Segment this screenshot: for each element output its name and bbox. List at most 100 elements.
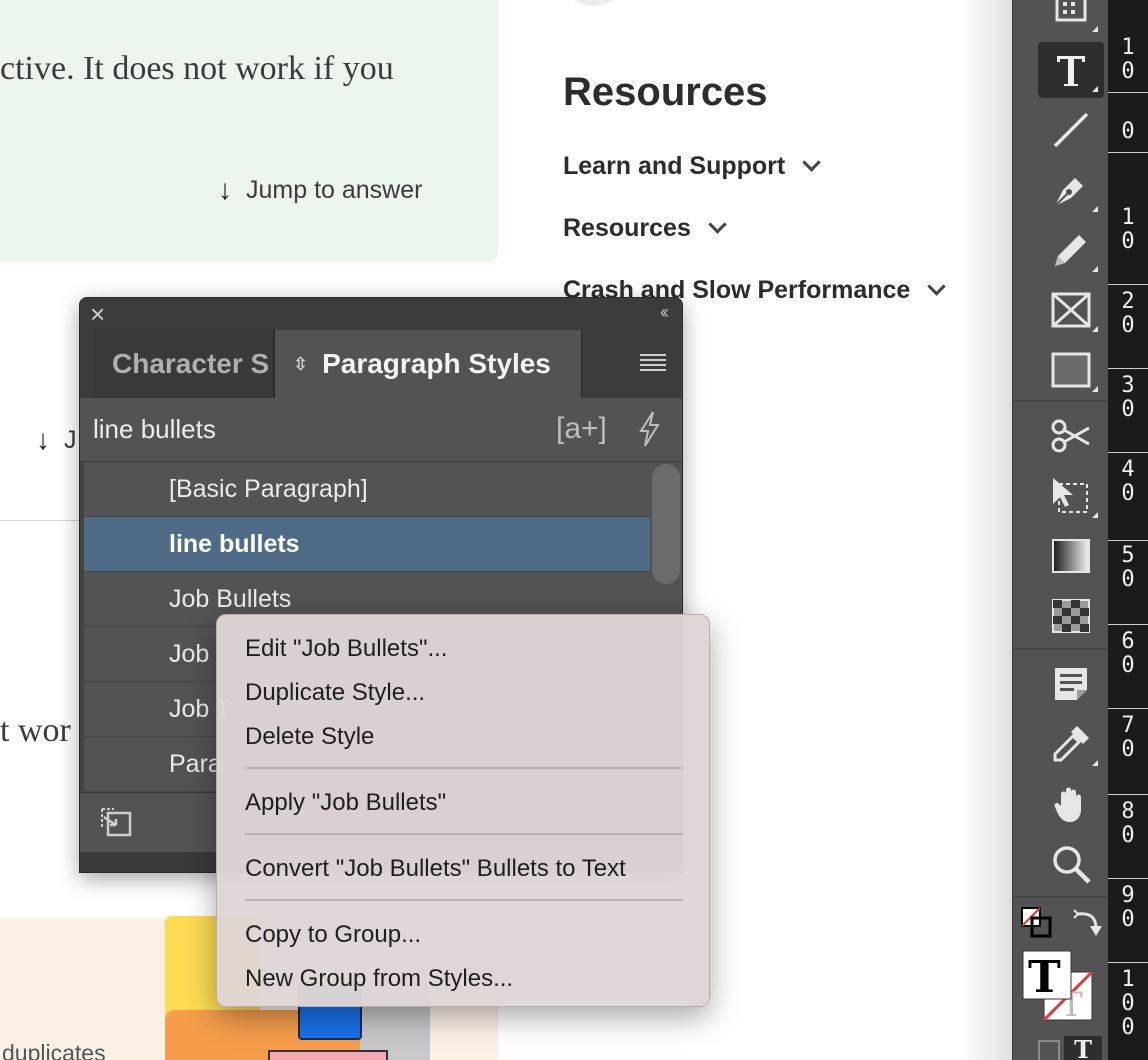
default-fill-stroke-icon[interactable] bbox=[1070, 908, 1104, 942]
menu-item-convert-bullets[interactable]: Convert "Job Bullets" Bullets to Text bbox=[245, 855, 626, 883]
zoom-tool-icon[interactable] bbox=[1038, 836, 1104, 892]
style-label: [Basic Paragraph] bbox=[169, 474, 368, 503]
menu-separator bbox=[245, 899, 683, 901]
collapse-panel-icon[interactable]: ‹‹ bbox=[660, 302, 669, 323]
style-item-line-bullets[interactable]: line bullets bbox=[84, 517, 650, 572]
gradient-feather-tool-icon[interactable] bbox=[1038, 588, 1104, 644]
ruler-value: 70 bbox=[1121, 713, 1135, 762]
ruler-label: 80 bbox=[1108, 800, 1148, 848]
text-formatting-icon[interactable]: T bbox=[1064, 1036, 1102, 1060]
ruler-label: 10 bbox=[1108, 36, 1148, 84]
type-tool-icon[interactable] bbox=[1038, 42, 1104, 98]
tab-label: Character S bbox=[112, 348, 270, 379]
pencil-tool-icon[interactable] bbox=[1038, 222, 1104, 278]
menu-item-edit-style[interactable]: Edit "Job Bullets"... bbox=[245, 635, 447, 663]
formatting-affects-text-icon[interactable]: TT bbox=[1022, 950, 1094, 1025]
hand-tool-icon[interactable] bbox=[1038, 776, 1104, 832]
resource-item-learn-support[interactable]: Learn and Support bbox=[563, 152, 821, 181]
frame-grid-icon[interactable] bbox=[1038, 0, 1104, 38]
gradient-swatch-tool-icon[interactable] bbox=[1038, 528, 1104, 584]
scissors-tool-icon[interactable] bbox=[1038, 408, 1104, 464]
toolbar-divider bbox=[1012, 896, 1108, 898]
resource-item-label: Learn and Support bbox=[563, 152, 786, 180]
menu-item-apply-style[interactable]: Apply "Job Bullets" bbox=[245, 789, 446, 817]
menu-item-copy-to-group[interactable]: Copy to Group... bbox=[245, 921, 421, 949]
scrollbar-thumb[interactable] bbox=[652, 464, 680, 584]
ruler-major-tick bbox=[1108, 92, 1148, 93]
create-new-style-group-icon[interactable]: [a+] bbox=[556, 412, 607, 446]
style-search-field[interactable]: line bullets [a+] bbox=[80, 398, 682, 462]
resources-heading: Resources bbox=[563, 70, 768, 114]
illustration-caption: duplicates bbox=[2, 1040, 106, 1060]
jump-label-partial: J bbox=[64, 425, 77, 454]
illustration-shape bbox=[268, 1050, 388, 1060]
jump-link-partial[interactable]: ↓ J bbox=[36, 424, 77, 456]
ruler-major-tick bbox=[1108, 540, 1148, 541]
vertical-ruler: 10 0 10 20 30 40 50 60 70 80 90 100 bbox=[1108, 0, 1148, 1060]
close-icon[interactable]: × bbox=[90, 300, 105, 328]
ruler-value: 30 bbox=[1121, 373, 1135, 422]
style-item-basic-paragraph[interactable]: [Basic Paragraph] bbox=[84, 462, 650, 517]
ruler-label: 60 bbox=[1108, 630, 1148, 678]
ruler-value: 10 bbox=[1121, 35, 1135, 84]
ruler-major-tick bbox=[1108, 368, 1148, 369]
style-context-menu: Edit "Job Bullets"... Duplicate Style...… bbox=[216, 614, 710, 1007]
pen-tool-icon[interactable] bbox=[1038, 162, 1104, 218]
panel-titlebar[interactable] bbox=[80, 298, 682, 330]
ruler-major-tick bbox=[1108, 962, 1148, 963]
chevron-down-icon bbox=[927, 277, 947, 296]
style-label: Job bbox=[169, 639, 210, 668]
rectangle-tool-icon[interactable] bbox=[1038, 342, 1104, 398]
search-input[interactable]: line bullets bbox=[93, 414, 216, 445]
quick-apply-icon[interactable] bbox=[636, 410, 662, 448]
divider bbox=[0, 520, 80, 521]
ruler-major-tick bbox=[1108, 794, 1148, 795]
toolbar-shadow bbox=[960, 0, 1012, 1060]
jump-to-answer-link[interactable]: ↓ Jump to answer bbox=[218, 174, 422, 206]
ruler-value: 40 bbox=[1121, 457, 1135, 506]
eyedropper-tool-icon[interactable] bbox=[1038, 716, 1104, 772]
arrow-down-icon: ↓ bbox=[36, 424, 50, 455]
resource-item-label: Resources bbox=[563, 214, 691, 242]
menu-item-delete-style[interactable]: Delete Style bbox=[245, 723, 374, 751]
note-tool-icon[interactable] bbox=[1038, 656, 1104, 712]
ruler-label: 20 bbox=[1108, 290, 1148, 338]
rectangle-frame-tool-icon[interactable] bbox=[1038, 282, 1104, 338]
ruler-label: 10 bbox=[1108, 206, 1148, 254]
article-text-snippet: ctive. It does not work if you bbox=[0, 50, 394, 87]
toolbar-divider bbox=[1012, 400, 1108, 402]
menu-item-duplicate-style[interactable]: Duplicate Style... bbox=[245, 679, 425, 707]
ruler-major-tick bbox=[1108, 284, 1148, 285]
svg-text:T: T bbox=[1028, 952, 1061, 1003]
ruler-major-tick bbox=[1108, 878, 1148, 879]
ruler-value: 80 bbox=[1121, 799, 1135, 848]
line-tool-icon[interactable] bbox=[1038, 102, 1104, 158]
swap-fill-stroke-icon[interactable] bbox=[1020, 906, 1054, 940]
panel-menu-icon[interactable] bbox=[640, 354, 666, 374]
tab-label: Paragraph Styles bbox=[322, 348, 551, 379]
ruler-value: 20 bbox=[1121, 289, 1135, 338]
ruler-value: 0 bbox=[1121, 119, 1135, 144]
up-down-arrows-icon: ⇳ bbox=[293, 353, 309, 374]
ruler-major-tick bbox=[1108, 624, 1148, 625]
container-icon[interactable] bbox=[1038, 1040, 1060, 1060]
jump-to-answer-label: Jump to answer bbox=[246, 175, 423, 204]
tab-character-styles[interactable]: Character S bbox=[94, 330, 274, 398]
ruler-major-tick bbox=[1108, 452, 1148, 453]
avatar bbox=[568, 0, 620, 6]
resource-item-resources[interactable]: Resources bbox=[563, 214, 727, 243]
toolbar-divider bbox=[1012, 648, 1108, 650]
tab-paragraph-styles[interactable]: ⇳ Paragraph Styles bbox=[274, 330, 582, 398]
free-transform-tool-icon[interactable] bbox=[1038, 468, 1104, 524]
style-label: line bullets bbox=[169, 529, 300, 558]
ruler-label: 70 bbox=[1108, 714, 1148, 762]
ruler-value: 100 bbox=[1121, 967, 1135, 1040]
ruler-label: 0 bbox=[1108, 120, 1148, 144]
menu-separator bbox=[245, 767, 683, 769]
ruler-value: 10 bbox=[1121, 205, 1135, 254]
style-label: Job Bullets bbox=[169, 584, 292, 613]
menu-item-new-group-from-styles[interactable]: New Group from Styles... bbox=[245, 965, 513, 993]
article-text-snippet-mid: t wor bbox=[0, 712, 71, 749]
ruler-major-tick bbox=[1108, 708, 1148, 709]
load-styles-icon[interactable] bbox=[98, 805, 132, 839]
